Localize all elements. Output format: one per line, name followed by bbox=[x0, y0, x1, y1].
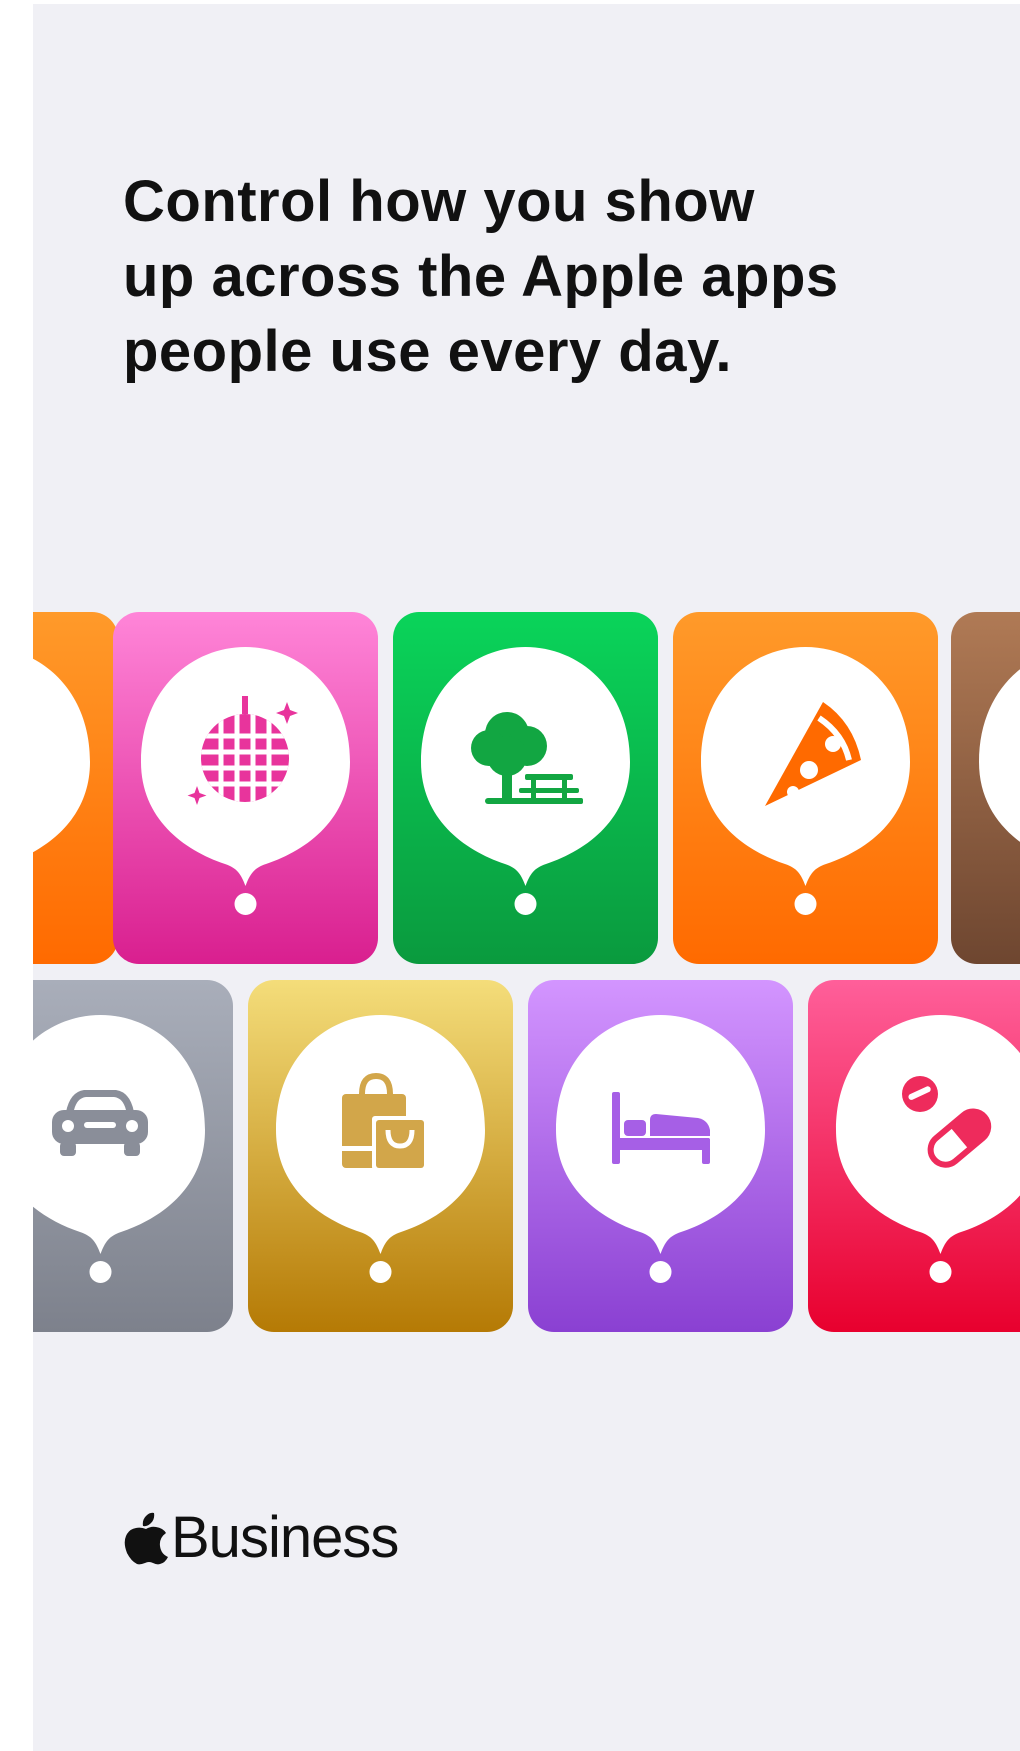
headline-line-3: people use every day. bbox=[123, 319, 733, 384]
pizza-slice-icon bbox=[765, 702, 861, 806]
bed-icon bbox=[612, 1092, 710, 1164]
brand-text: Business bbox=[171, 1504, 399, 1570]
map-pin-shape bbox=[979, 669, 1020, 842]
tile-hotels bbox=[528, 980, 793, 1332]
tree-picnic-icon bbox=[471, 712, 583, 804]
disco-ball-icon bbox=[187, 696, 298, 805]
business-ad-card: Control how you show up across the Apple… bbox=[33, 4, 1020, 1751]
tile-auto bbox=[33, 980, 233, 1332]
tile-parks bbox=[393, 612, 658, 964]
apple-business-brand: Business bbox=[123, 1504, 399, 1570]
map-pin-shape bbox=[33, 658, 90, 853]
headline-line-1: Control how you show bbox=[123, 169, 755, 234]
tile-shopping bbox=[248, 980, 513, 1332]
tile-brown-partial bbox=[951, 612, 1020, 964]
tile-pharmacy bbox=[808, 980, 1020, 1332]
headline: Control how you show up across the Apple… bbox=[123, 164, 943, 389]
shopping-bags-icon bbox=[342, 1072, 426, 1170]
tile-nightlife bbox=[113, 612, 378, 964]
headline-line-2: up across the Apple apps bbox=[123, 244, 839, 309]
tile-orange-partial bbox=[33, 612, 118, 964]
apple-logo-icon bbox=[124, 1512, 168, 1565]
car-icon bbox=[52, 1090, 148, 1156]
tile-food bbox=[673, 612, 938, 964]
pills-icon bbox=[902, 1076, 992, 1168]
